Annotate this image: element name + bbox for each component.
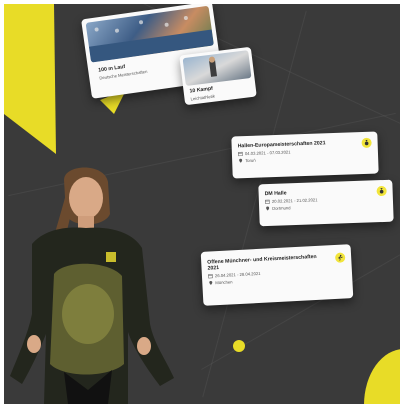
medal-icon [361, 137, 372, 149]
card-date: 20.02.2021 - 21.02.2021 [271, 197, 318, 204]
calendar-icon [238, 151, 243, 157]
card-date: 26.04.2021 - 28.04.2021 [214, 270, 261, 279]
running-icon [334, 252, 346, 263]
yellow-quarter-circle [364, 349, 400, 404]
app-screen: 100 m Lauf Deutsche Meisterschaften 10 K… [4, 4, 400, 404]
card-subtitle: Leichtathletik [190, 93, 216, 102]
yellow-triangle-large [4, 4, 56, 154]
event-card-hallen-em[interactable]: Hallen-Europameisterschaften 2021 04.03.… [231, 131, 379, 179]
athlete-photo [182, 50, 252, 86]
card-location: Dortmund [272, 205, 291, 211]
athlete-photo-figure [10, 167, 174, 404]
medal-icon [376, 185, 387, 197]
event-card-muenchen[interactable]: Offene Münchner- und Kreismeisterschafte… [200, 244, 354, 306]
event-card-10kampf[interactable]: 10 Kampf Leichtathletik [179, 46, 257, 106]
yellow-dot [233, 340, 245, 352]
location-icon [266, 206, 270, 211]
calendar-icon [265, 199, 270, 204]
event-card-dm-halle[interactable]: DM Halle 20.02.2021 - 21.02.2021 Dortmun… [258, 179, 394, 227]
card-location: Toruń [245, 157, 256, 164]
card-location: München [215, 279, 233, 286]
card-date: 04.03.2021 - 07.03.2021 [244, 149, 291, 157]
location-row: Dortmund [265, 202, 375, 211]
location-icon [239, 158, 243, 163]
